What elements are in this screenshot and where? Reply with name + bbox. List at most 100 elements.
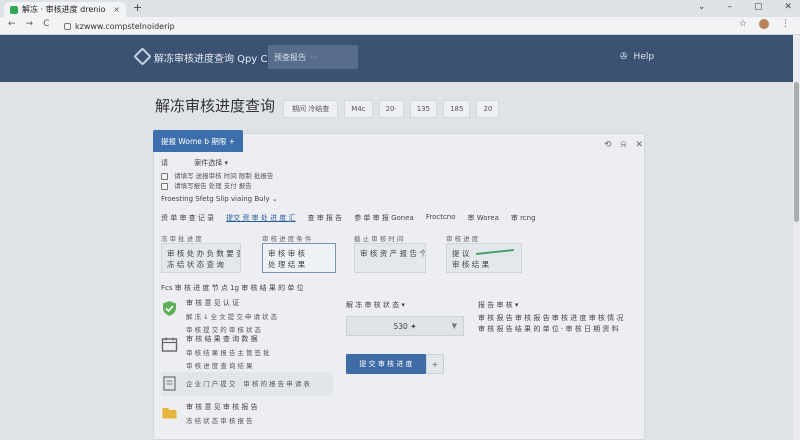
request-checkbox[interactable] [161, 172, 168, 180]
card-line: 审 核 处 办 负 数 要 查 [167, 249, 241, 258]
step-line: 审 核 结 果 报 告 主 管 签 批 [186, 349, 270, 357]
sub-tab[interactable]: 审 Worea [468, 213, 499, 223]
close-icon[interactable]: ✕ [784, 2, 792, 12]
amount-label: 解 冻 审 核 状 态 [346, 301, 400, 309]
site-info-icon[interactable] [64, 22, 71, 30]
filter-bar: 期间 冷结查 M4c 20· 135 185 20 [283, 100, 500, 118]
step-title: 审 核 意 见 审 核 报 告 [186, 403, 258, 411]
header-search-suffix: ··· [310, 52, 318, 62]
bookmark-star-icon[interactable]: ☆ [739, 19, 747, 29]
browser-tab[interactable]: 解冻 · 审核进度 drenio × [4, 2, 126, 17]
step-item[interactable]: 审 核 意 见 审 核 报 告 冻 结 状 态 审 核 报 告 [161, 402, 333, 436]
new-tab-button[interactable]: + [133, 1, 142, 14]
step-title: 审 核 结 果 查 询 数 据 [186, 335, 258, 343]
card-line: 审 核 资 产 报 告 个 [360, 249, 426, 258]
address-bar-row: ← → C kzwww.compstelnoiderip ☆ ⋮ [0, 17, 800, 35]
step-line: 冻 结 状 态 审 核 报 告 [186, 417, 253, 425]
scrollbar-thumb[interactable] [794, 82, 799, 222]
browser-tab-bar: 解冻 · 审核进度 drenio × + ⌄ – ▢ ✕ [0, 0, 800, 17]
request-type-value: 案件选择 [194, 159, 223, 167]
card-label: 审 核 进 度 [446, 235, 479, 243]
favicon-icon [10, 5, 18, 14]
url-field[interactable]: kzwww.compstelnoiderip [64, 20, 744, 32]
request-line2: 请填写报告 处理 支付 报告 [174, 182, 252, 190]
step-line: 解 冻 ↓ 全 文 提 交 申 请 状 态 [186, 313, 278, 321]
header-search-button[interactable]: 预查报告 ··· [268, 45, 358, 69]
nav-buttons: ← → C [8, 19, 49, 29]
amount-label-row: 解 冻 审 核 状 态 ▾ [346, 300, 405, 310]
chevron-down-icon: ⌄ [271, 195, 278, 203]
step-line: 企 业 门 户 提 交 审 核 的 报 告 申 请 表 [186, 380, 310, 388]
sub-tab[interactable]: 审 rcng [511, 213, 536, 223]
sub-tab[interactable]: 资 单 审 查 记 录 [161, 213, 214, 223]
status-card-selected[interactable]: 审 核 审 核 处 理 结 果 [262, 243, 336, 273]
menu-dots-icon[interactable]: ⋮ [781, 19, 790, 29]
calendar-icon [161, 337, 178, 352]
status-card[interactable]: 审 核 资 产 报 告 个 [354, 243, 426, 273]
sub-tab[interactable]: 查 审 报 告 [308, 213, 343, 223]
header-search-label: 预查报告 [274, 52, 306, 62]
notes-line: 审 核 报 告 结 果 的 单 位 · 审 核 日 期 资 料 [478, 325, 619, 333]
sub-tabs: 资 单 审 查 记 录 提交 资 审 处 进 度 汇 查 审 报 告 参 单 审… [161, 213, 536, 223]
request-label-row: 请 案件选择 ▾ [161, 158, 228, 168]
card-label: 审 核 进 度 条 件 [262, 235, 312, 243]
minimize-icon[interactable]: – [727, 2, 732, 12]
panel-tools: ⟲ ⍾ ✕ [604, 140, 643, 150]
panel-tab[interactable]: 提报 Wome b 期限 + [153, 130, 243, 152]
filter-chip[interactable]: 185 [443, 100, 471, 118]
status-card[interactable]: 提 议 审 核 结 果 [446, 243, 522, 273]
request-type-dropdown[interactable]: 案件选择 ▾ [194, 159, 228, 167]
filter-chip[interactable]: 期间 冷结查 [283, 100, 339, 118]
request-line1: 请填写 送报审核 时间 限制 批报告 [174, 172, 274, 180]
back-icon[interactable]: ← [8, 19, 16, 29]
sub-tab-active[interactable]: 提交 资 审 处 进 度 汇 [226, 213, 295, 223]
bell-icon[interactable]: ⍾ [621, 140, 627, 150]
card-line: 冻 结 状 态 查 询 [167, 260, 224, 269]
step-item[interactable]: 审 核 结 果 查 询 数 据 审 核 结 果 报 告 主 管 签 批 审 核 … [161, 334, 333, 370]
app-title: 解冻审核进度查询 Qpy Ce [154, 54, 274, 65]
card-label: 截 止 审 核 时 间 [354, 235, 404, 243]
add-button[interactable]: + [426, 354, 444, 374]
request-row-1: 请填写 送报审核 时间 限制 批报告 [161, 170, 273, 180]
policy-row[interactable]: Froesting Sfetg Slip viaing Buly ⌄ [161, 195, 278, 203]
refresh-icon[interactable]: ⟲ [604, 140, 612, 150]
card-line: 处 理 结 果 [268, 260, 306, 269]
step-item[interactable]: 审 核 意 见 认 证 解 冻 ↓ 全 文 提 交 申 请 状 态 审 核 提 … [161, 298, 333, 334]
window-controls: ⌄ – ▢ ✕ [698, 2, 792, 12]
card-line: 审 核 结 果 [452, 260, 490, 269]
tab-title: 解冻 · 审核进度 drenio [22, 5, 106, 14]
step-title: 审 核 意 见 认 证 [186, 299, 240, 307]
request-checkbox[interactable] [161, 182, 168, 190]
help-link[interactable]: ✇ Help [620, 52, 654, 62]
help-label: Help [633, 52, 655, 62]
chevron-down-icon: ▾ [224, 159, 228, 167]
steps-title: Fcs 审 核 进 度 节 点 1g 审 核 结 果 的 单 位 [161, 284, 304, 292]
filter-chip[interactable]: 20· [378, 100, 404, 118]
sub-tab[interactable]: 参 单 审 报 Gonea [354, 213, 414, 223]
chevron-down-icon[interactable]: ⌄ [698, 2, 706, 12]
submit-button[interactable]: 提 交 审 核 进 度 [346, 354, 426, 374]
status-card[interactable]: 审 核 处 办 负 数 要 查 冻 结 状 态 查 询 [161, 243, 241, 273]
card-line: 审 核 审 核 [268, 249, 306, 258]
profile-avatar[interactable] [759, 19, 769, 29]
address-actions: ☆ ⋮ [739, 19, 790, 29]
filter-chip[interactable]: 135 [409, 100, 438, 118]
chevron-down-icon: ▾ [401, 301, 405, 309]
reload-icon[interactable]: C [43, 19, 49, 29]
tab-close-icon[interactable]: × [113, 5, 120, 14]
close-panel-icon[interactable]: ✕ [636, 140, 644, 150]
chevron-down-icon: ▼ [451, 322, 457, 330]
folder-icon [162, 408, 177, 419]
step-item-highlighted[interactable]: 企 业 门 户 提 交 审 核 的 报 告 申 请 表 [161, 372, 333, 396]
forward-icon[interactable]: → [26, 19, 34, 29]
filter-chip[interactable]: M4c [344, 100, 373, 118]
step-line: 审 核 进 度 查 询 结 果 [186, 362, 253, 370]
policy-line: Froesting Sfetg Slip viaing Buly [161, 195, 270, 203]
amount-value: 530 ✦ [393, 321, 417, 331]
maximize-icon[interactable]: ▢ [754, 2, 763, 12]
amount-select[interactable]: 530 ✦ ▼ [346, 316, 464, 336]
sub-tab[interactable]: Froctcno [426, 213, 456, 223]
filter-chip[interactable]: 20 [476, 100, 500, 118]
notes-label-row: 报 告 审 核 ▾ [478, 300, 518, 310]
help-icon: ✇ [620, 52, 628, 62]
